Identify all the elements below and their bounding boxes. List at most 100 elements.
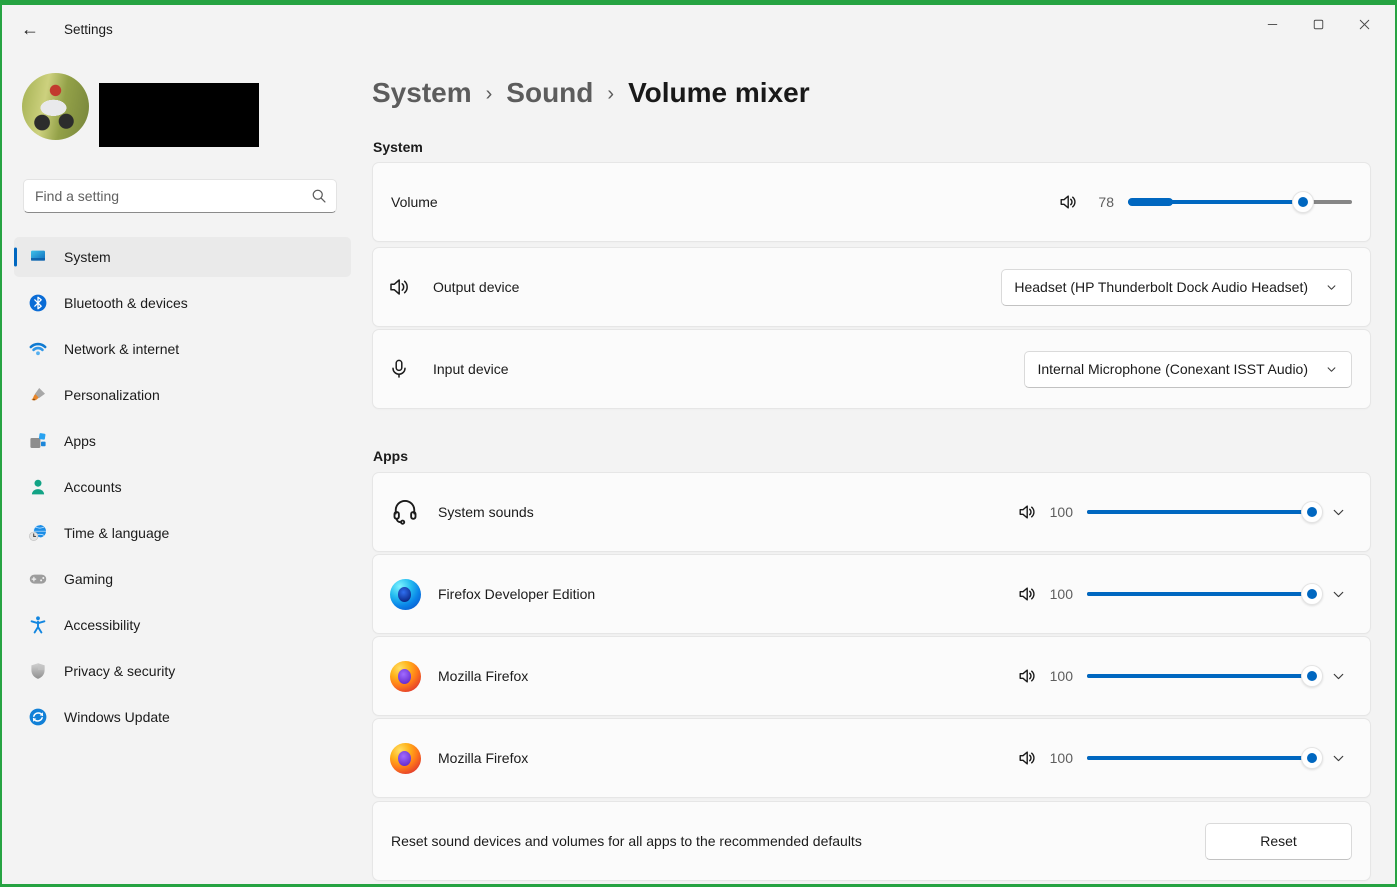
app-volume-value: 100 xyxy=(1049,586,1073,602)
system-volume-slider[interactable] xyxy=(1128,191,1352,213)
sidebar-item-network-internet[interactable]: Network & internet xyxy=(14,329,351,369)
expand-app-button[interactable] xyxy=(1322,660,1354,692)
minimize-icon xyxy=(1267,23,1277,25)
window-controls xyxy=(1249,5,1387,45)
chevron-down-icon xyxy=(1333,591,1343,597)
apps-icon xyxy=(28,431,48,451)
expand-app-button[interactable] xyxy=(1322,742,1354,774)
sidebar-item-label: Accounts xyxy=(64,479,122,495)
sidebar-item-apps[interactable]: Apps xyxy=(14,421,351,461)
slider-track[interactable] xyxy=(1087,674,1312,678)
app-volume-value: 100 xyxy=(1049,504,1073,520)
breadcrumb-separator-icon: › xyxy=(607,82,615,105)
chevron-down-icon xyxy=(1333,755,1343,761)
speaker-icon xyxy=(387,275,411,299)
slider-thumb[interactable] xyxy=(1301,665,1323,687)
input-device-dropdown[interactable]: Internal Microphone (Conexant ISST Audio… xyxy=(1024,350,1352,388)
slider-thumb[interactable] xyxy=(1301,747,1323,769)
sidebar-item-accessibility[interactable]: Accessibility xyxy=(14,605,351,645)
volume-label: Volume xyxy=(391,194,438,210)
system-sounds-icon xyxy=(389,496,421,528)
gaming-icon xyxy=(28,569,48,589)
accessibility-icon xyxy=(28,615,48,635)
sidebar-item-windows-update[interactable]: Windows Update xyxy=(14,697,351,737)
app-volume-slider[interactable] xyxy=(1087,747,1323,769)
slider-thumb[interactable] xyxy=(1301,583,1323,605)
sidebar-item-personalization[interactable]: Personalization xyxy=(14,375,351,415)
app-title: Settings xyxy=(64,21,113,37)
app-name: System sounds xyxy=(438,504,534,520)
firefox-developer-icon xyxy=(389,578,421,610)
app-volume-slider[interactable] xyxy=(1087,665,1323,687)
speaker-icon xyxy=(1017,502,1037,522)
titlebar: ← Settings xyxy=(2,5,1395,53)
sidebar-item-bluetooth-devices[interactable]: Bluetooth & devices xyxy=(14,283,351,323)
breadcrumb-separator-icon: › xyxy=(485,82,493,105)
output-device-label: Output device xyxy=(433,279,520,295)
output-device-value: Headset (HP Thunderbolt Dock Audio Heads… xyxy=(1014,279,1308,295)
reset-description: Reset sound devices and volumes for all … xyxy=(391,833,862,849)
expand-app-button[interactable] xyxy=(1322,496,1354,528)
app-volume-row-system-sounds: System sounds 100 xyxy=(372,472,1371,552)
slider-thumb[interactable] xyxy=(1301,501,1323,523)
app-name: Firefox Developer Edition xyxy=(438,586,596,602)
input-device-row: Input device Internal Microphone (Conexa… xyxy=(372,329,1371,409)
windows-update-icon xyxy=(28,707,48,727)
app-volume-slider[interactable] xyxy=(1087,583,1323,605)
sidebar-item-time-language[interactable]: Time & language xyxy=(14,513,351,553)
slider-track[interactable] xyxy=(1087,756,1312,760)
minimize-button[interactable] xyxy=(1249,5,1295,43)
maximize-button[interactable] xyxy=(1295,5,1341,43)
sidebar-item-label: Personalization xyxy=(64,387,160,403)
slider-track[interactable] xyxy=(1087,510,1312,514)
slider-track[interactable] xyxy=(1128,198,1352,206)
input-device-label: Input device xyxy=(433,361,509,377)
chevron-down-icon xyxy=(1333,673,1343,679)
system-volume-row: Volume 78 xyxy=(372,162,1371,242)
section-heading-apps: Apps xyxy=(373,448,408,464)
accounts-icon xyxy=(28,477,48,497)
chevron-down-icon xyxy=(1324,362,1339,377)
app-volume-slider[interactable] xyxy=(1087,501,1323,523)
slider-thumb[interactable] xyxy=(1291,191,1314,213)
sidebar-item-accounts[interactable]: Accounts xyxy=(14,467,351,507)
search-input[interactable] xyxy=(23,179,337,213)
sidebar-item-privacy-security[interactable]: Privacy & security xyxy=(14,651,351,691)
slider-track[interactable] xyxy=(1087,592,1312,596)
sidebar-item-system[interactable]: System xyxy=(14,237,351,277)
reset-row: Reset sound devices and volumes for all … xyxy=(372,801,1371,881)
expand-app-button[interactable] xyxy=(1322,578,1354,610)
sidebar-item-gaming[interactable]: Gaming xyxy=(14,559,351,599)
maximize-icon xyxy=(1313,19,1323,29)
network-icon xyxy=(28,339,48,359)
screen-share-border: ← Settings Find a setting System Bluetoo… xyxy=(0,0,1397,887)
chevron-down-icon xyxy=(1333,509,1343,515)
system-icon xyxy=(28,247,48,267)
speaker-icon xyxy=(1017,584,1037,604)
app-volume-row-mozilla-firefox: Mozilla Firefox 100 xyxy=(372,636,1371,716)
sidebar: System Bluetooth & devices Network & int… xyxy=(2,53,365,884)
sidebar-item-label: Network & internet xyxy=(64,341,180,357)
speaker-icon xyxy=(1058,192,1078,212)
app-name: Mozilla Firefox xyxy=(438,750,529,766)
output-device-dropdown[interactable]: Headset (HP Thunderbolt Dock Audio Heads… xyxy=(1001,268,1352,306)
sidebar-item-label: Time & language xyxy=(64,525,170,541)
section-heading-system: System xyxy=(373,139,423,155)
sidebar-item-label: Apps xyxy=(64,433,96,449)
app-volume-row-firefox-developer-edition: Firefox Developer Edition 100 xyxy=(372,554,1371,634)
audio-peak-meter xyxy=(1128,198,1173,206)
back-button[interactable]: ← xyxy=(14,13,46,45)
personalization-icon xyxy=(28,385,48,405)
user-name-redacted xyxy=(99,83,259,147)
sidebar-item-label: Privacy & security xyxy=(64,663,176,679)
input-device-value: Internal Microphone (Conexant ISST Audio… xyxy=(1037,361,1308,377)
speaker-icon xyxy=(1017,666,1037,686)
sidebar-item-label: System xyxy=(64,249,111,265)
breadcrumb-sound[interactable]: Sound xyxy=(506,77,593,109)
user-account-area[interactable] xyxy=(22,73,365,151)
close-button[interactable] xyxy=(1341,5,1387,43)
privacy-icon xyxy=(28,661,48,681)
reset-button[interactable]: Reset xyxy=(1205,822,1352,860)
breadcrumb-system[interactable]: System xyxy=(372,77,472,109)
firefox-icon xyxy=(389,742,421,774)
